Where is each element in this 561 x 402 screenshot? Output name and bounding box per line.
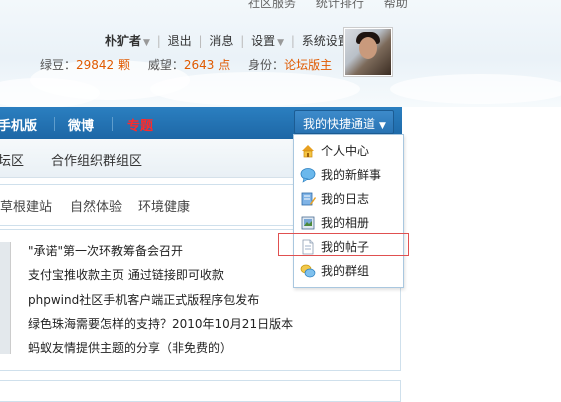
news-item[interactable]: "承诺"第一次环教筹备会召开 [28, 242, 183, 259]
cloud-decoration [150, 72, 360, 106]
nav-divider [54, 117, 55, 131]
menu-item-blog[interactable]: 我的日志 [300, 190, 369, 208]
category-link-nature[interactable]: 自然体验 [70, 196, 122, 215]
role-label: 身份： [248, 58, 285, 72]
top-link-help[interactable]: 帮助 [384, 0, 408, 10]
chevron-down-icon[interactable]: ▼ [277, 38, 284, 48]
menu-item-personal-center[interactable]: 个人中心 [300, 142, 369, 160]
nav-item-topics[interactable]: 专题 [127, 115, 153, 134]
green-bean-value: 29842 颗 [76, 58, 131, 72]
menu-item-my-groups[interactable]: 我的群组 [300, 262, 369, 280]
nav-divider [112, 117, 113, 131]
news-thumbnail [0, 242, 11, 354]
category-link-grassroots[interactable]: 草根建站 [0, 196, 52, 215]
news-item[interactable]: 支付宝推收款主页 通过链接即可收款 [28, 266, 224, 283]
avatar[interactable] [343, 27, 393, 77]
quick-access-button[interactable]: 我的快捷通道 ▼ [294, 110, 394, 134]
top-link-rankings[interactable]: 统计排行 [316, 0, 364, 10]
nav-item-weibo[interactable]: 微博 [68, 115, 94, 134]
menu-item-news-feed[interactable]: 我的新鲜事 [300, 166, 381, 184]
prestige-value: 2643 点 [183, 58, 231, 72]
subnav-item-forum-area[interactable]: 坛区 [0, 150, 24, 169]
logout-link[interactable]: 退出 [168, 34, 192, 48]
role-value[interactable]: 论坛版主 [284, 58, 332, 72]
home-icon [300, 143, 316, 159]
quick-access-label: 我的快捷通道 [303, 117, 376, 131]
avatar-photo [345, 29, 391, 75]
notebook-pen-icon [300, 191, 316, 207]
subnav-item-partner-groups[interactable]: 合作组织群组区 [51, 150, 142, 169]
news-item[interactable]: 蚂蚁友情提供主题的分享（非免费的） [28, 339, 232, 356]
news-item[interactable]: 绿色珠海需要怎样的支持？2010年10月21日版本 [28, 315, 293, 332]
top-links: 社区服务 统计排行 帮助 [248, 0, 424, 11]
prestige-label: 威望： [147, 58, 184, 72]
divider: | [156, 34, 161, 48]
user-stats: 绿豆：29842 颗 威望：2643 点 身份：论坛版主 [40, 56, 332, 73]
messages-link[interactable]: 消息 [209, 34, 233, 48]
highlight-box [278, 233, 409, 256]
bottom-panel [0, 380, 401, 402]
divider: | [198, 34, 203, 48]
news-item[interactable]: phpwind社区手机客户端正式版程序包发布 [28, 291, 259, 308]
photo-album-icon [300, 215, 316, 231]
speech-bubble-icon [300, 167, 316, 183]
cloud-decoration [390, 74, 561, 104]
divider: | [240, 34, 245, 48]
settings-link[interactable]: 设置 [251, 34, 275, 48]
divider: | [290, 34, 295, 48]
top-link-community-service[interactable]: 社区服务 [248, 0, 296, 10]
user-bar: 朴犷者 ▼ | 退出 | 消息 | 设置 ▼ | 系统设置 [105, 32, 350, 49]
category-link-environment-health[interactable]: 环境健康 [138, 196, 190, 215]
chevron-down-icon: ▼ [379, 121, 386, 131]
chevron-down-icon[interactable]: ▼ [143, 38, 150, 48]
menu-item-album[interactable]: 我的相册 [300, 214, 369, 232]
username[interactable]: 朴犷者 [105, 34, 141, 48]
quick-access-menu: 个人中心 我的新鲜事 我的日志 我的相册 我的帖子 我的群组 [293, 134, 404, 288]
group-chat-icon [300, 263, 316, 279]
header-background [0, 0, 561, 108]
nav-item-mobile[interactable]: 手机版 [0, 115, 37, 134]
green-bean-label: 绿豆： [40, 58, 77, 72]
